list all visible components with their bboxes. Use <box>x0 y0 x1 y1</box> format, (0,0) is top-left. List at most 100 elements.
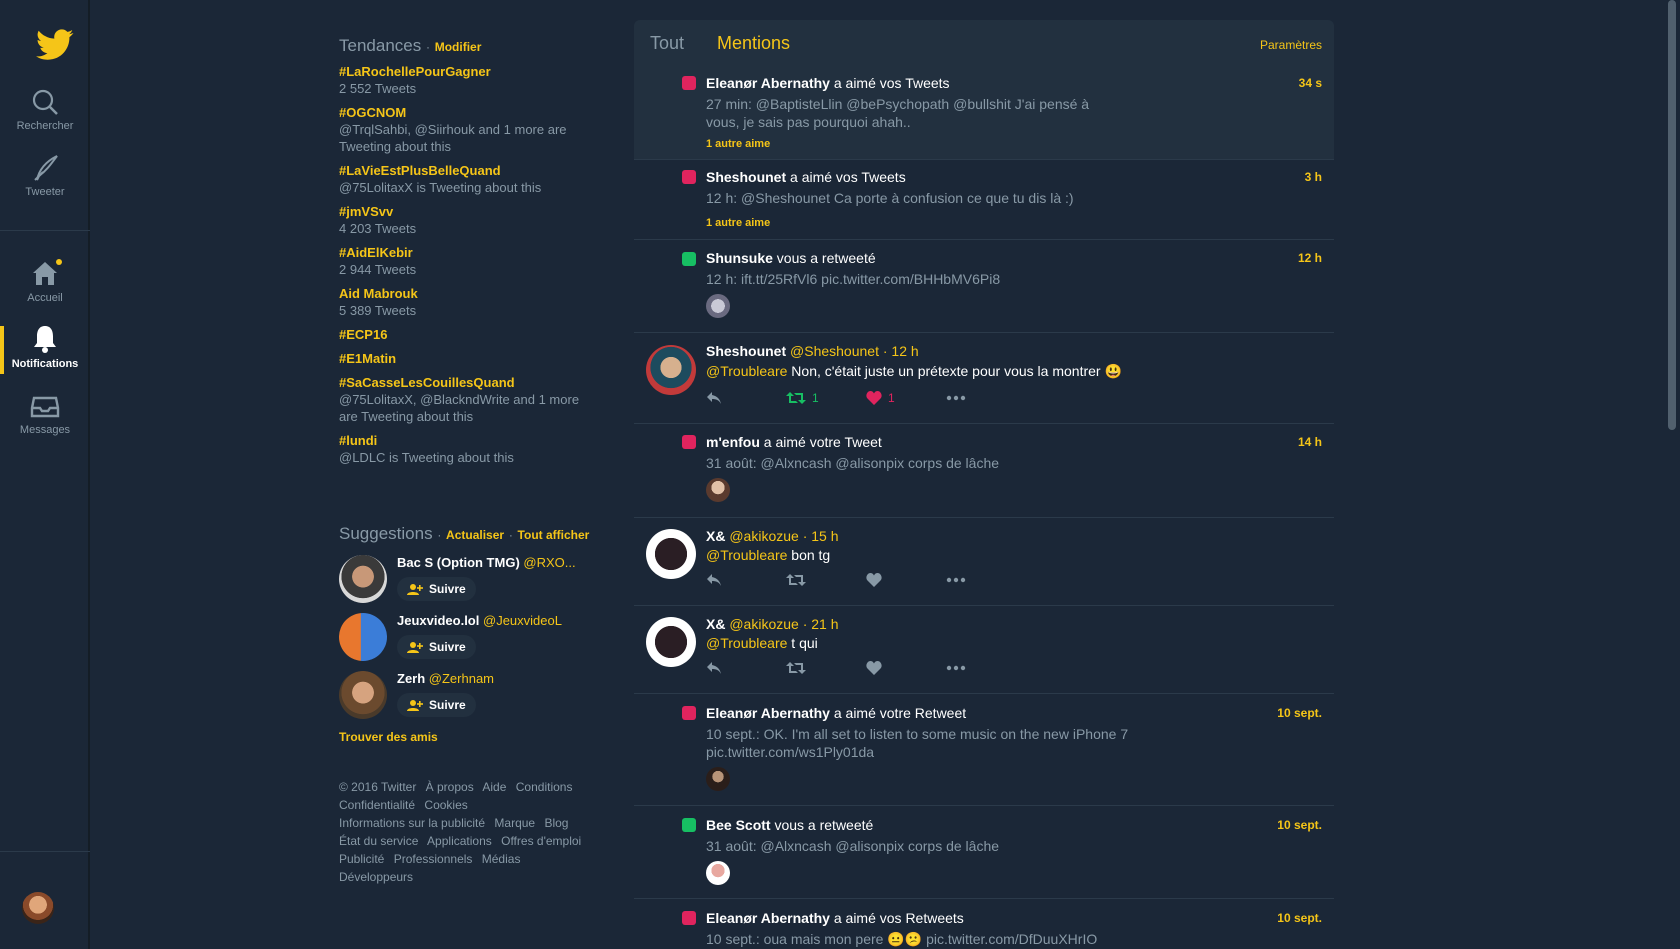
footer-link[interactable]: Développeurs <box>339 870 413 884</box>
trend-name[interactable]: #E1Matin <box>339 350 599 367</box>
notification-item[interactable]: m'enfou a aimé votre Tweet 14 h 31 août:… <box>634 424 1334 518</box>
like-button[interactable] <box>866 573 946 587</box>
tweet-item[interactable]: X& @akikozue · 15 h @Troubleare bon tg <box>634 518 1334 606</box>
more-button[interactable] <box>946 577 1026 583</box>
notification-item[interactable]: Eleanør Abernathy a aimé vos Tweets 34 s… <box>634 66 1334 160</box>
trend-item[interactable]: #SaCasseLesCouillesQuand @75LolitaxX, @Bl… <box>339 374 599 425</box>
notification-user[interactable]: Sheshounet <box>706 169 786 185</box>
find-friends-link[interactable]: Trouver des amis <box>339 730 599 744</box>
mini-avatar[interactable] <box>706 294 730 318</box>
reply-button[interactable] <box>706 391 786 405</box>
tweet-time[interactable]: · 15 h <box>803 528 839 544</box>
trends-edit-link[interactable]: Modifier <box>435 40 482 54</box>
notification-sub[interactable]: 1 autre aime <box>706 138 770 150</box>
tweet-item[interactable]: Sheshounet @Sheshounet · 12 h @Troublear… <box>634 333 1334 424</box>
trend-item[interactable]: Aid Mabrouk 5 389 Tweets <box>339 285 599 319</box>
like-button[interactable]: 1 <box>866 391 946 405</box>
suggestion-avatar[interactable] <box>339 671 387 719</box>
suggestions-view-all-link[interactable]: Tout afficher <box>518 528 590 542</box>
nav-notifications[interactable]: Notifications <box>0 324 90 370</box>
mini-avatar[interactable] <box>706 861 730 885</box>
footer-link[interactable]: Professionnels <box>394 852 473 866</box>
trend-name[interactable]: #lundi <box>339 432 599 449</box>
notification-user[interactable]: Shunsuke <box>706 250 773 266</box>
trend-name[interactable]: #jmVSvv <box>339 203 599 220</box>
notification-user[interactable]: Eleanør Abernathy <box>706 910 830 926</box>
user-avatar[interactable] <box>22 892 54 924</box>
mini-avatar[interactable] <box>706 767 730 791</box>
footer-link[interactable]: Applications <box>427 834 492 848</box>
notification-user[interactable]: Eleanør Abernathy <box>706 705 830 721</box>
follow-button[interactable]: Suivre <box>397 693 476 717</box>
retweet-button[interactable] <box>786 573 866 587</box>
footer-link[interactable]: État du service <box>339 834 418 848</box>
suggestion-name[interactable]: Jeuxvideo.lol @JeuxvideoL <box>397 613 597 628</box>
footer-link[interactable]: Blog <box>544 816 568 830</box>
trend-item[interactable]: #ECP16 <box>339 326 599 343</box>
notification-user[interactable]: Eleanør Abernathy <box>706 75 830 91</box>
notification-item[interactable]: Sheshounet a aimé vos Tweets 3 h 12 h: @… <box>634 160 1334 240</box>
suggestion-name[interactable]: Bac S (Option TMG) @RXO... <box>397 555 597 570</box>
nav-home[interactable]: Accueil <box>0 258 90 304</box>
trend-name[interactable]: #SaCasseLesCouillesQuand <box>339 374 599 391</box>
notification-sub[interactable]: 1 autre aime <box>706 217 770 229</box>
footer-link[interactable]: Cookies <box>424 798 467 812</box>
more-button[interactable] <box>946 395 1026 401</box>
trend-item[interactable]: #lundi @LDLC is Tweeting about this <box>339 432 599 466</box>
notification-user[interactable]: m'enfou <box>706 434 760 450</box>
mini-avatar[interactable] <box>706 478 730 502</box>
tweet-item[interactable]: X& @akikozue · 21 h @Troubleare t qui <box>634 606 1334 694</box>
tweet-avatar[interactable] <box>646 529 696 579</box>
suggestion-name[interactable]: Zerh @Zerhnam <box>397 671 597 686</box>
footer-link[interactable]: Aide <box>482 780 506 794</box>
tweet-avatar[interactable] <box>646 345 696 395</box>
footer-link[interactable]: Confidentialité <box>339 798 415 812</box>
notification-item[interactable]: Bee Scott vous a retweeté 10 sept. 31 ao… <box>634 806 1334 899</box>
footer-link[interactable]: À propos <box>426 780 474 794</box>
reply-button[interactable] <box>706 661 786 675</box>
trend-name[interactable]: #LaRochellePourGagner <box>339 63 599 80</box>
suggestions-refresh-link[interactable]: Actualiser <box>446 528 504 542</box>
tab-all[interactable]: Tout <box>650 33 684 54</box>
notification-item[interactable]: Shunsuke vous a retweeté 12 h 12 h: ift.… <box>634 240 1334 333</box>
tweet-author[interactable]: X& <box>706 616 725 632</box>
trend-item[interactable]: #LaRochellePourGagner 2 552 Tweets <box>339 63 599 97</box>
tweet-mention[interactable]: @Troubleare <box>706 547 787 563</box>
trend-name[interactable]: #LaVieEstPlusBelleQuand <box>339 162 599 179</box>
trend-item[interactable]: #AidElKebir 2 944 Tweets <box>339 244 599 278</box>
trend-name[interactable]: #ECP16 <box>339 326 599 343</box>
like-button[interactable] <box>866 661 946 675</box>
footer-link[interactable]: Conditions <box>516 780 573 794</box>
tweet-handle[interactable]: @akikozue <box>729 528 798 544</box>
footer-link[interactable]: Médias <box>482 852 521 866</box>
tab-mentions[interactable]: Mentions <box>717 33 790 54</box>
tweet-mention[interactable]: @Troubleare <box>706 363 787 379</box>
trend-item[interactable]: #OGCNOM @TrqlSahbi, @Siirhouk and 1 more … <box>339 104 599 155</box>
trend-item[interactable]: #LaVieEstPlusBelleQuand @75LolitaxX is Tw… <box>339 162 599 196</box>
footer-link[interactable]: Publicité <box>339 852 384 866</box>
trend-name[interactable]: Aid Mabrouk <box>339 285 599 302</box>
page-scrollbar[interactable] <box>1668 0 1676 430</box>
tweet-avatar[interactable] <box>646 617 696 667</box>
suggestion-avatar[interactable] <box>339 613 387 661</box>
notification-item[interactable]: Eleanør Abernathy a aimé votre Retweet 1… <box>634 694 1334 806</box>
follow-button[interactable]: Suivre <box>397 635 476 659</box>
retweet-button[interactable]: 1 <box>786 391 866 405</box>
suggestion-avatar[interactable] <box>339 555 387 603</box>
tweet-author[interactable]: X& <box>706 528 725 544</box>
tweet-handle[interactable]: @Sheshounet <box>790 343 879 359</box>
retweet-button[interactable] <box>786 661 866 675</box>
tweet-handle[interactable]: @akikozue <box>729 616 798 632</box>
trend-name[interactable]: #AidElKebir <box>339 244 599 261</box>
trend-item[interactable]: #jmVSvv 4 203 Tweets <box>339 203 599 237</box>
footer-link[interactable]: Marque <box>494 816 535 830</box>
tweet-author[interactable]: Sheshounet <box>706 343 786 359</box>
nav-tweet[interactable]: Tweeter <box>0 154 90 198</box>
notification-item[interactable]: Eleanør Abernathy a aimé vos Retweets 10… <box>634 899 1334 949</box>
more-button[interactable] <box>946 665 1026 671</box>
follow-button[interactable]: Suivre <box>397 577 476 601</box>
settings-link[interactable]: Paramètres <box>1260 38 1322 52</box>
reply-button[interactable] <box>706 573 786 587</box>
twitter-bird-icon[interactable] <box>36 28 74 62</box>
trend-name[interactable]: #OGCNOM <box>339 104 599 121</box>
